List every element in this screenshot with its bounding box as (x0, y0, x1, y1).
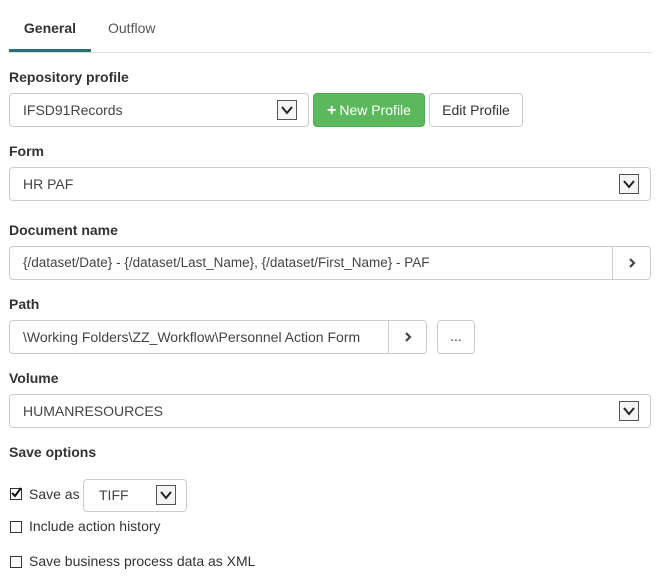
save-as-label: Save as (29, 486, 80, 502)
include-history-label: Include action history (29, 518, 161, 534)
save-as-format-value: TIFF (99, 487, 129, 503)
check-icon (11, 487, 22, 498)
document-name-chevron-button[interactable] (612, 247, 651, 279)
tab-outflow[interactable]: Outflow (108, 20, 155, 52)
path-browse-button[interactable]: ... (437, 320, 475, 354)
path-chevron-button[interactable] (388, 321, 427, 353)
form-value: HR PAF (23, 176, 74, 192)
edit-profile-button[interactable]: Edit Profile (429, 93, 523, 127)
path-value: \Working Folders\ZZ_Workflow\Personnel A… (23, 329, 361, 345)
new-profile-label: New Profile (339, 102, 411, 118)
volume-value: HUMANRESOURCES (23, 403, 164, 419)
form-select[interactable]: HR PAF (9, 167, 651, 201)
include-history-checkbox[interactable] (10, 521, 22, 533)
dropdown-arrow-icon[interactable] (619, 401, 639, 421)
save-options-label: Save options (9, 444, 97, 460)
document-name-value: {/dataset/Date} - {/dataset/Last_Name}, … (23, 255, 430, 270)
dropdown-arrow-icon[interactable] (156, 485, 176, 505)
repository-profile-label: Repository profile (9, 69, 129, 85)
form-label: Form (9, 143, 44, 159)
new-profile-button[interactable]: + New Profile (313, 93, 425, 127)
volume-label: Volume (9, 370, 59, 386)
save-as-checkbox[interactable] (10, 487, 22, 500)
repository-profile-value: IFSD91Records (23, 102, 123, 118)
save-xml-label: Save business process data as XML (29, 553, 256, 569)
tabs-divider (9, 52, 652, 53)
dropdown-arrow-icon[interactable] (619, 174, 639, 194)
path-input[interactable]: \Working Folders\ZZ_Workflow\Personnel A… (9, 320, 427, 354)
tab-general[interactable]: General (9, 20, 91, 52)
save-as-format-select[interactable]: TIFF (83, 479, 187, 512)
repository-profile-select[interactable]: IFSD91Records (9, 93, 309, 127)
save-xml-checkbox[interactable] (10, 556, 22, 568)
path-label: Path (9, 296, 40, 312)
chevron-right-icon (629, 258, 636, 268)
document-name-label: Document name (9, 222, 118, 238)
chevron-right-icon (405, 332, 412, 342)
document-name-input[interactable]: {/dataset/Date} - {/dataset/Last_Name}, … (9, 246, 651, 280)
volume-select[interactable]: HUMANRESOURCES (9, 394, 651, 428)
dropdown-arrow-icon[interactable] (277, 100, 297, 120)
plus-icon: + (327, 102, 337, 119)
